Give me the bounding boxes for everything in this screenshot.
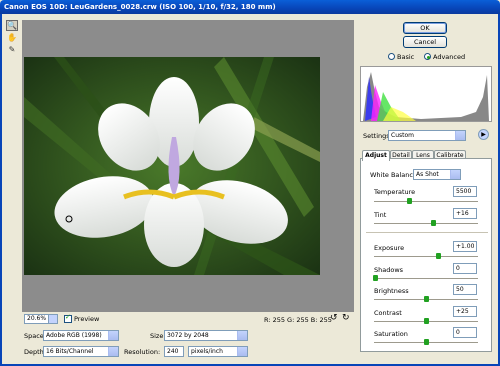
shadows-input[interactable]: 0 (453, 263, 477, 274)
space-value: Adobe RGB (1998) (46, 332, 102, 339)
shadows-slider[interactable] (374, 278, 478, 279)
rgb-readout: R: 255 G: 255 B: 255 (264, 316, 332, 324)
brightness-label: Brightness (374, 287, 409, 295)
settings-select[interactable]: Custom (388, 130, 466, 141)
zoom-level-value: 20.6% (27, 315, 47, 322)
space-select[interactable]: Adobe RGB (1998) (43, 330, 119, 341)
ok-button[interactable]: OK (403, 22, 447, 34)
temperature-slider[interactable] (374, 201, 478, 202)
settings-arrow-icon (455, 131, 465, 140)
temperature-input[interactable]: 5500 (453, 186, 477, 197)
eyedropper-tool-icon[interactable]: ✎ (6, 44, 18, 55)
shadows-label: Shadows (374, 266, 404, 274)
white-balance-arrow-icon (450, 170, 460, 179)
depth-arrow-icon (108, 347, 118, 356)
resolution-unit-value: pixels/inch (191, 348, 223, 355)
contrast-label: Contrast (374, 309, 402, 317)
preview-image[interactable] (24, 57, 320, 275)
size-arrow-icon (237, 331, 247, 340)
rotate-left-icon[interactable]: ↺ (330, 313, 338, 323)
exposure-input[interactable]: +1.00 (453, 241, 477, 252)
saturation-input[interactable]: 0 (453, 327, 477, 338)
resolution-label: Resolution: (124, 348, 161, 356)
resolution-unit-arrow-icon (237, 347, 247, 356)
cancel-button[interactable]: Cancel (403, 36, 447, 48)
checkmark-icon: ✓ (65, 313, 71, 321)
zoom-dropdown-arrow-icon[interactable] (48, 314, 58, 324)
divider (366, 232, 488, 233)
settings-value: Custom (391, 132, 414, 139)
hand-tool-icon[interactable]: ✋ (6, 32, 18, 43)
basic-label: Basic (397, 53, 415, 61)
white-balance-value: As Shot (416, 171, 439, 178)
histogram (360, 66, 492, 122)
basic-radio[interactable] (388, 53, 395, 60)
contrast-slider-thumb[interactable] (424, 318, 429, 324)
brightness-input[interactable]: 50 (453, 284, 477, 295)
brightness-slider-thumb[interactable] (424, 296, 429, 302)
rotate-right-icon[interactable]: ↻ (342, 313, 350, 323)
advanced-radio[interactable] (424, 53, 431, 60)
exposure-label: Exposure (374, 244, 405, 252)
temperature-slider-thumb[interactable] (407, 198, 412, 204)
depth-select[interactable]: 16 Bits/Channel (43, 346, 119, 357)
white-balance-label: White Balance: (370, 171, 420, 179)
exposure-slider-thumb[interactable] (436, 253, 441, 259)
resolution-unit-select[interactable]: pixels/inch (188, 346, 248, 357)
depth-value: 16 Bits/Channel (46, 348, 94, 355)
white-balance-select[interactable]: As Shot (413, 169, 461, 180)
window-title: Canon EOS 10D: LeuGardens_0028.crw (ISO … (0, 0, 500, 14)
temperature-label: Temperature (374, 188, 416, 196)
shadows-slider-thumb[interactable] (373, 275, 378, 281)
tint-slider[interactable] (374, 223, 478, 224)
saturation-label: Saturation (374, 330, 408, 338)
saturation-slider-thumb[interactable] (424, 339, 429, 345)
preview-label: Preview (74, 315, 100, 323)
tab-adjust[interactable]: Adjust (362, 150, 390, 161)
tint-label: Tint (374, 211, 387, 219)
advanced-label: Advanced (433, 53, 466, 61)
zoom-tool-icon[interactable]: 🔍 (6, 20, 18, 31)
settings-menu-icon[interactable]: ▶ (478, 129, 489, 140)
contrast-input[interactable]: +25 (453, 306, 477, 317)
space-arrow-icon (108, 331, 118, 340)
preview-checkbox[interactable]: ✓ (64, 313, 72, 323)
tint-slider-thumb[interactable] (431, 220, 436, 226)
size-value: 3072 by 2048 (167, 332, 209, 339)
resolution-input[interactable]: 240 (164, 346, 184, 357)
exposure-slider[interactable] (374, 256, 478, 257)
tint-input[interactable]: +16 (453, 208, 477, 219)
size-select[interactable]: 3072 by 2048 (164, 330, 248, 341)
